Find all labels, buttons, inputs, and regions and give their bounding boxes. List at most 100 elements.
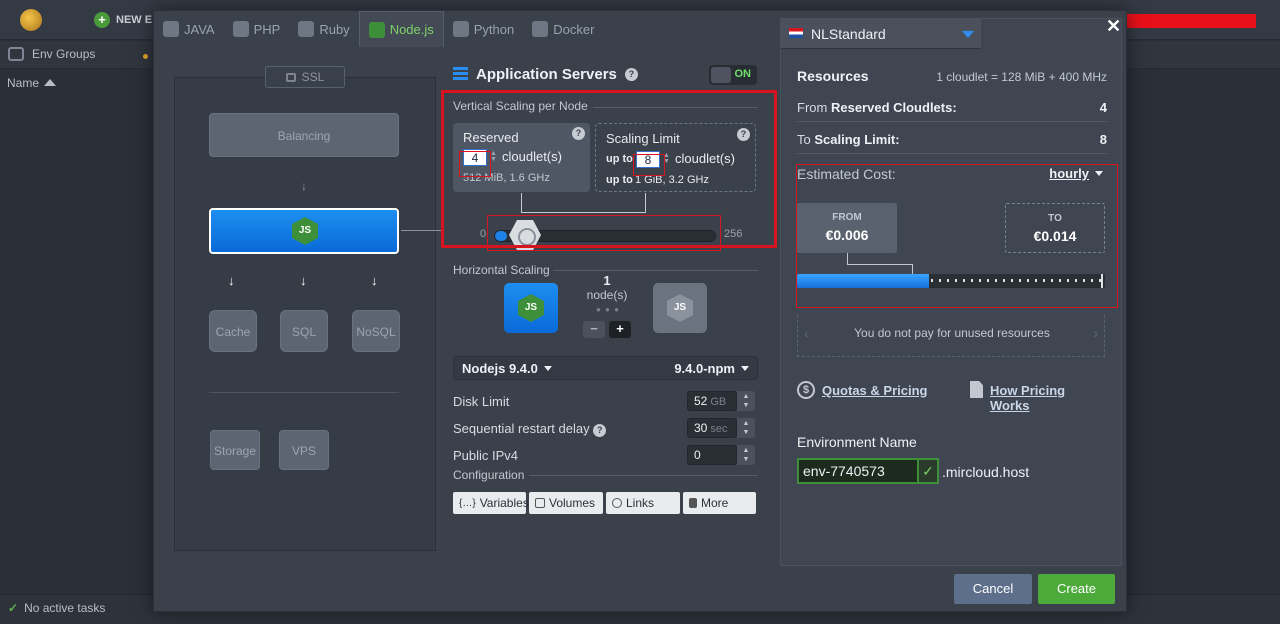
cancel-button[interactable]: Cancel (954, 574, 1032, 604)
reserved-cloudlets-row: From Reserved Cloudlets: 4 (797, 100, 1107, 115)
from-label: Reserved Cloudlets: (830, 100, 957, 115)
tab-docker[interactable]: Docker (523, 11, 603, 47)
engine-label: Nodejs 9.4.0 (462, 361, 538, 376)
version-select[interactable]: 9.4.0-npm (674, 361, 749, 376)
ruby-icon (298, 21, 315, 37)
volumes-button[interactable]: Volumes (529, 492, 603, 514)
node-connector-line (401, 230, 441, 231)
engine-version-row: Nodejs 9.4.0 9.4.0-npm (453, 356, 758, 380)
tab-python[interactable]: Python (444, 11, 523, 47)
to-value: 8 (1099, 132, 1107, 147)
status-dot-icon (143, 54, 148, 59)
name-column-label: Name (7, 76, 40, 90)
configuration-title: Configuration (453, 468, 525, 482)
groups-icon (8, 47, 24, 61)
cloudlet-note: 1 cloudlet = 128 MiB + 400 MHz (936, 70, 1107, 84)
divider (797, 121, 1107, 122)
close-icon[interactable]: ✕ (1106, 16, 1121, 37)
engine-select[interactable]: Nodejs 9.4.0 (462, 361, 552, 376)
ssl-label: SSL (301, 70, 325, 84)
vertical-scaling-highlight (441, 90, 777, 248)
tab-label: Node.js (389, 22, 434, 37)
how-pricing-works-link[interactable]: How Pricing Works (990, 383, 1107, 413)
disk-limit-input[interactable]: 52 GB (687, 391, 737, 411)
nodejs-logo-icon: JS (518, 294, 544, 322)
ssl-toggle[interactable]: SSL (265, 66, 345, 88)
disk-limit-row: Disk Limit 52 GB ▲ ▼ (453, 391, 758, 413)
public-ipv4-value: 0 (694, 448, 701, 462)
divider (529, 475, 758, 476)
app-servers-toggle[interactable]: ON (709, 65, 757, 85)
tab-label: Ruby (319, 21, 350, 37)
create-button[interactable]: Create (1038, 574, 1115, 604)
vps-node[interactable]: VPS (279, 430, 329, 470)
arrow-down-icon: ↓ (300, 273, 307, 288)
more-button[interactable]: More (683, 492, 756, 514)
name-column-header[interactable]: Name (7, 76, 57, 90)
topology-wizard-dialog: JAVA PHP Ruby Node.js Python Docker SSL … (153, 10, 1127, 612)
connector-line (847, 264, 913, 274)
variables-label: Variables (479, 496, 529, 510)
public-ipv4-input[interactable]: 0 (687, 445, 737, 465)
restart-delay-unit: sec (710, 423, 728, 435)
nodejs-logo-icon: JS (292, 217, 318, 245)
wrench-icon (689, 498, 697, 508)
lock-icon (285, 73, 296, 82)
restart-delay-stepper[interactable]: ▲ ▼ (737, 418, 755, 438)
connector-line (847, 253, 848, 264)
environment-name-input[interactable]: env-7740573 (797, 458, 919, 484)
help-icon[interactable]: ? (624, 68, 638, 81)
balancing-node[interactable]: Balancing (209, 113, 399, 157)
app-servers-title: Application Servers (476, 66, 617, 83)
to-prefix: To (797, 132, 811, 147)
unused-resources-note: ‹ You do not pay for unused resources › (797, 315, 1105, 357)
add-node-button[interactable]: + (609, 321, 631, 338)
to-price-label: TO (1048, 213, 1062, 224)
cache-node[interactable]: Cache (209, 310, 257, 352)
from-prefix: From (797, 100, 828, 115)
tab-java[interactable]: JAVA (154, 11, 224, 47)
estimated-cost-label: Estimated Cost: (797, 166, 896, 182)
tab-nodejs[interactable]: Node.js (358, 11, 444, 47)
restart-delay-input[interactable]: 30 sec (687, 418, 737, 438)
arrow-down-icon: ↓ (301, 179, 307, 193)
public-ipv4-stepper[interactable]: ▲ ▼ (737, 445, 755, 465)
scaling-limit-row: To Scaling Limit: 8 (797, 132, 1107, 147)
node-unit: node(s) (586, 288, 628, 302)
region-select[interactable]: NLStandard (781, 19, 981, 49)
divider (553, 270, 758, 271)
cost-dotted-range (931, 279, 1101, 282)
restart-delay-row: Sequential restart delay ? 30 sec ▲ ▼ (453, 418, 758, 440)
disk-limit-value: 52 (694, 394, 708, 408)
quotas-pricing-link[interactable]: Quotas & Pricing (822, 383, 927, 398)
tab-ruby[interactable]: Ruby (289, 11, 358, 47)
app-logo-icon[interactable] (20, 9, 42, 31)
tab-php[interactable]: PHP (224, 11, 290, 47)
nosql-node[interactable]: NoSQL (352, 310, 400, 352)
disk-limit-stepper[interactable]: ▲ ▼ (737, 391, 755, 411)
from-value: 4 (1099, 100, 1107, 115)
engine-tabs: JAVA PHP Ruby Node.js Python Docker (154, 11, 603, 47)
remove-node-button[interactable]: − (583, 321, 605, 338)
chevron-right-icon[interactable]: › (1093, 325, 1098, 341)
to-price-box: TO €0.014 (1005, 203, 1105, 253)
env-groups-button[interactable]: Env Groups (8, 47, 95, 61)
public-ipv4-label: Public IPv4 (453, 448, 519, 463)
links-button[interactable]: Links (606, 492, 680, 514)
new-environment-button[interactable]: + NEW E (94, 12, 152, 28)
tasks-status[interactable]: ✓ No active tasks (8, 601, 105, 615)
variables-button[interactable]: {…} Variables (453, 492, 529, 514)
to-price: €0.014 (1033, 228, 1077, 244)
restart-delay-text: Sequential restart delay (453, 421, 590, 436)
divider (797, 153, 1107, 154)
period-select[interactable]: hourly (1049, 166, 1103, 181)
links-label: Links (626, 496, 655, 510)
sql-node[interactable]: SQL (280, 310, 328, 352)
add-node-ghost-icon[interactable]: JS (653, 283, 707, 333)
unused-note-text: You do not pay for unused resources (854, 326, 1050, 340)
help-icon[interactable]: ? (593, 424, 607, 437)
tasks-status-label: No active tasks (24, 601, 106, 615)
storage-node[interactable]: Storage (210, 430, 260, 470)
nodejs-app-server-node[interactable]: JS (209, 208, 399, 254)
disk-limit-unit: GB (710, 396, 727, 408)
